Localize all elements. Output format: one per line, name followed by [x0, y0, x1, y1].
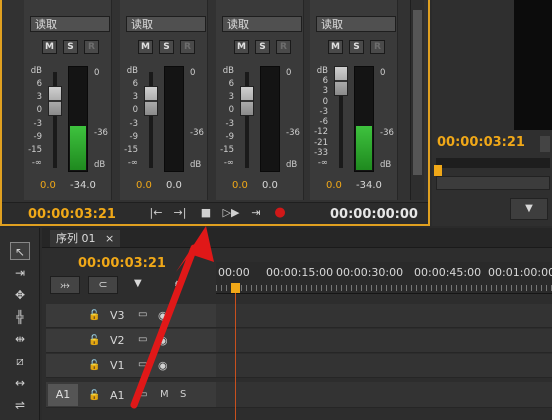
annotation-arrow-shaft: [130, 244, 198, 409]
annotation-arrow-head: [176, 226, 214, 272]
annotation-arrow: [130, 226, 214, 409]
